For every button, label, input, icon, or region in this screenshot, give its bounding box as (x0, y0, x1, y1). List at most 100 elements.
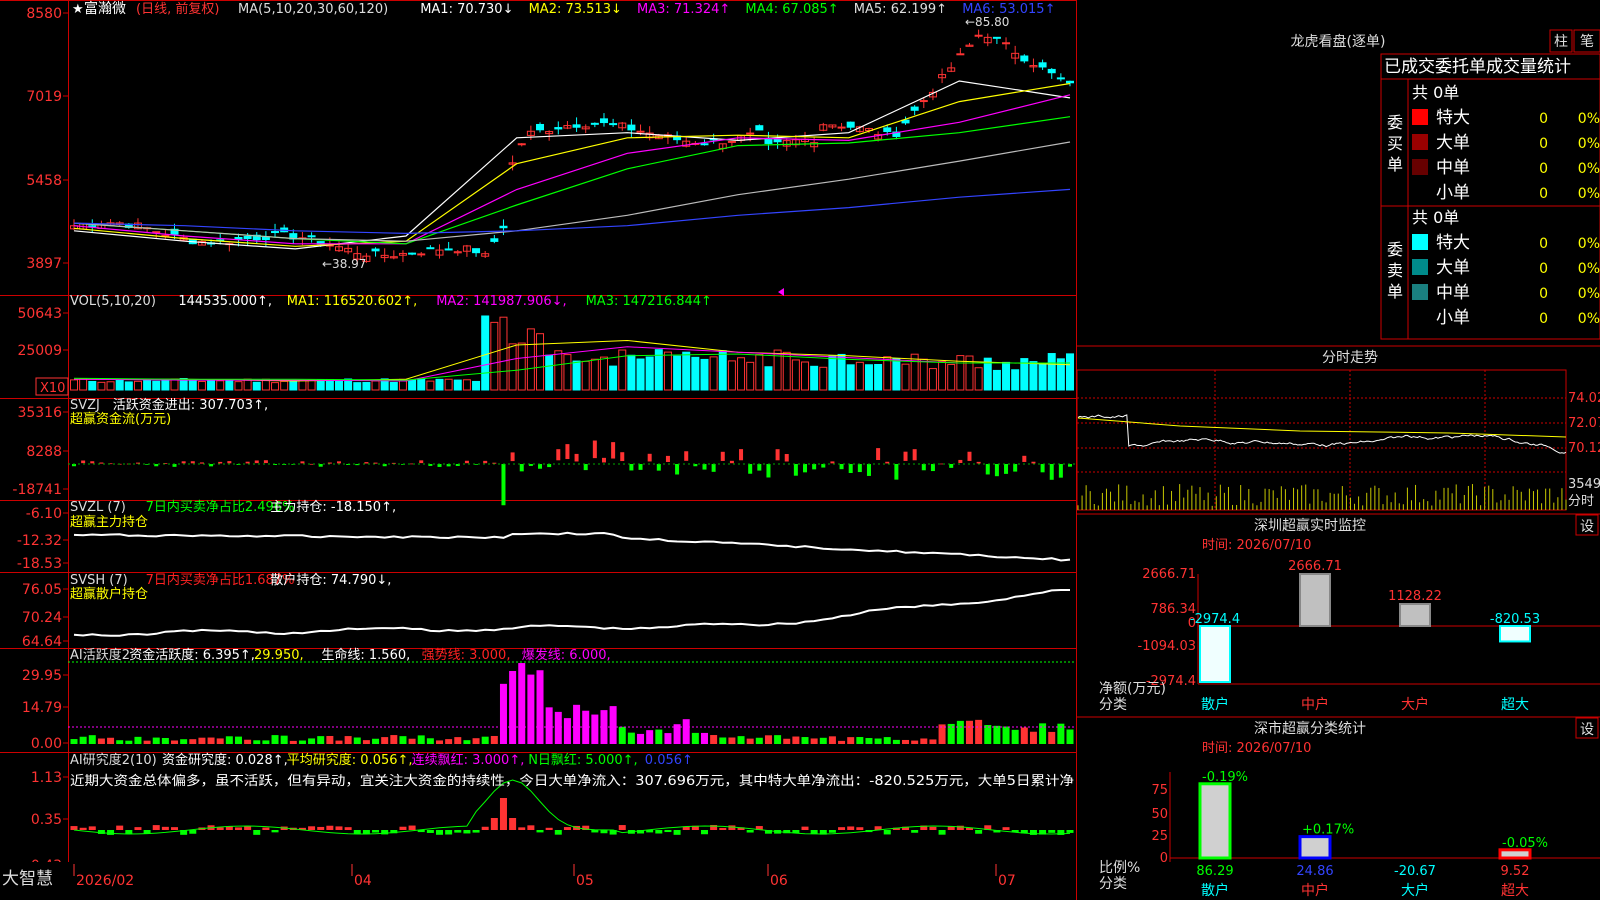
activity-bar[interactable] (216, 738, 224, 744)
candle-body[interactable] (554, 127, 563, 130)
volume-bar[interactable] (709, 356, 718, 391)
flow-bar[interactable] (1031, 461, 1036, 464)
activity-bar[interactable] (728, 737, 736, 744)
activity-bar[interactable] (956, 720, 964, 744)
activity-bar[interactable] (344, 736, 352, 744)
flow-bar[interactable] (419, 460, 424, 464)
flow-bar[interactable] (665, 455, 670, 462)
activity-bar[interactable] (262, 740, 270, 744)
volume-bar[interactable] (1002, 361, 1011, 391)
activity-bar[interactable] (682, 719, 690, 744)
activity-bar[interactable] (518, 663, 526, 744)
volume-bar[interactable] (737, 357, 746, 391)
flow-bar[interactable] (501, 464, 506, 506)
volume-bar[interactable] (700, 358, 709, 391)
flow-bar[interactable] (720, 451, 725, 461)
flow-bar[interactable] (300, 461, 305, 464)
volume-bar[interactable] (1038, 363, 1047, 391)
research-bar[interactable] (929, 826, 937, 830)
activity-bar[interactable] (107, 737, 115, 744)
volume-bar[interactable] (901, 363, 910, 391)
activity-bar[interactable] (783, 738, 791, 744)
flow-bar[interactable] (1013, 464, 1018, 472)
activity-bar[interactable] (1029, 731, 1037, 744)
activity-bar[interactable] (573, 704, 581, 744)
volume-bar[interactable] (115, 378, 124, 391)
monitor-bar[interactable] (1499, 625, 1531, 643)
monitor-bar[interactable] (1399, 603, 1431, 627)
volume-bar[interactable] (161, 379, 170, 391)
research-bar[interactable] (116, 825, 124, 830)
volume-bar[interactable] (371, 380, 380, 391)
research-bar[interactable] (828, 830, 836, 833)
activity-bar[interactable] (975, 719, 983, 744)
flow-bar[interactable] (803, 464, 808, 473)
activity-bar[interactable] (88, 735, 96, 744)
volume-bar[interactable] (362, 382, 371, 391)
flow-bar[interactable] (592, 440, 597, 459)
activity-bar[interactable] (691, 732, 699, 744)
activity-bar[interactable] (563, 718, 571, 744)
candle-body[interactable] (919, 100, 928, 103)
activity-bar[interactable] (161, 737, 169, 744)
flow-bar[interactable] (958, 459, 963, 463)
volume-bar[interactable] (499, 316, 508, 391)
activity-bar[interactable] (426, 738, 434, 744)
activity-bar[interactable] (171, 740, 179, 744)
volume-bar[interactable] (481, 315, 490, 391)
research-bar[interactable] (856, 827, 864, 830)
activity-bar[interactable] (737, 736, 745, 744)
volume-bar[interactable] (755, 354, 764, 391)
research-bar[interactable] (719, 827, 727, 830)
research-bar[interactable] (499, 798, 507, 830)
research-bar[interactable] (938, 830, 946, 835)
research-bar[interactable] (445, 830, 453, 835)
volume-bar[interactable] (691, 356, 700, 391)
research-bar[interactable] (189, 830, 197, 834)
volume-bar[interactable] (764, 366, 773, 391)
candle-body[interactable] (636, 130, 645, 133)
activity-bar[interactable] (271, 735, 279, 744)
flow-bar[interactable] (464, 460, 469, 464)
flow-bar[interactable] (263, 460, 268, 464)
research-bar[interactable] (536, 830, 544, 833)
candle-body[interactable] (271, 231, 280, 234)
monitor-bar[interactable] (1299, 573, 1331, 627)
volume-bar[interactable] (453, 379, 462, 391)
volume-bar[interactable] (545, 354, 554, 391)
volume-bar[interactable] (599, 356, 608, 391)
volume-bar[interactable] (1066, 353, 1074, 391)
candle-body[interactable] (590, 122, 599, 125)
candle-body[interactable] (444, 248, 453, 251)
activity-bar[interactable] (856, 737, 864, 744)
candle-body[interactable] (1020, 55, 1029, 62)
flow-bar[interactable] (227, 461, 232, 464)
research-bar[interactable] (308, 826, 316, 830)
flow-bar[interactable] (574, 453, 579, 462)
flow-bar[interactable] (739, 449, 744, 461)
volume-bar[interactable] (810, 365, 819, 391)
volume-bar[interactable] (188, 379, 197, 391)
research-bar[interactable] (234, 827, 242, 830)
volume-bar[interactable] (663, 351, 672, 391)
activity-bar[interactable] (335, 740, 343, 744)
research-bar[interactable] (518, 827, 526, 830)
activity-bar[interactable] (436, 740, 444, 744)
flow-bar[interactable] (245, 461, 250, 464)
flow-bar[interactable] (90, 461, 95, 464)
activity-bar[interactable] (253, 740, 261, 744)
activity-bar[interactable] (847, 737, 855, 744)
activity-bar[interactable] (755, 737, 763, 744)
volume-bar[interactable] (992, 369, 1001, 391)
activity-bar[interactable] (308, 738, 316, 744)
candle-body[interactable] (371, 248, 380, 252)
volume-bar[interactable] (316, 379, 325, 391)
candle-body[interactable] (536, 123, 545, 131)
activity-bar[interactable] (97, 738, 105, 744)
flow-bar[interactable] (538, 464, 543, 469)
activity-bar[interactable] (838, 740, 846, 744)
flow-bar[interactable] (629, 464, 634, 471)
activity-bar[interactable] (993, 725, 1001, 744)
activity-bar[interactable] (1020, 727, 1028, 744)
activity-bar[interactable] (618, 726, 626, 744)
